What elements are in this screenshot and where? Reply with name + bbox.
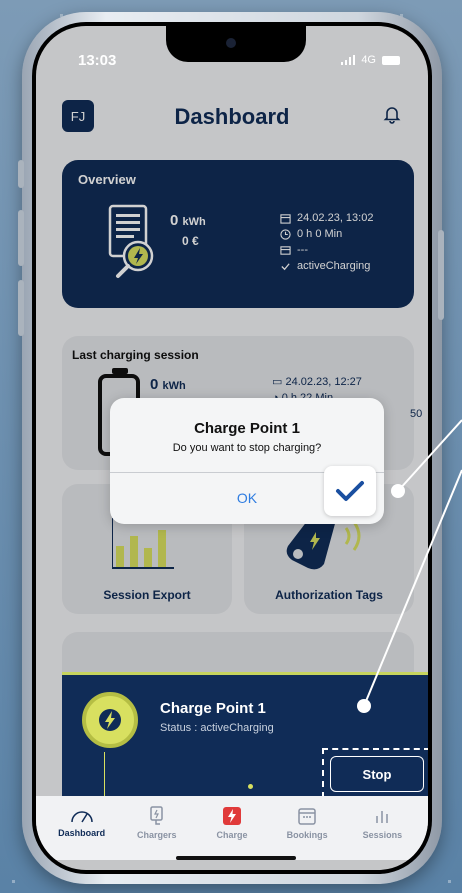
- callout-dot: [391, 484, 405, 498]
- callout-lines: [363, 419, 462, 707]
- callout-dot: [357, 699, 371, 713]
